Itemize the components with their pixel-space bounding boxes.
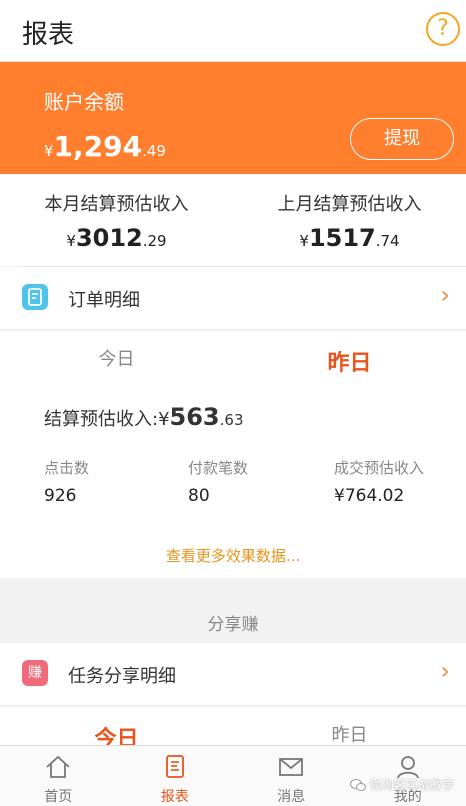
withdraw-button[interactable]: 提现 xyxy=(350,118,454,160)
nav-report[interactable]: 报表 xyxy=(117,746,234,806)
stat-payments: 付款笔数 80 xyxy=(188,457,248,506)
stat-label: 成交预估收入 xyxy=(334,457,424,478)
last-month-label: 上月结算预估收入 xyxy=(233,190,466,216)
task-share-row[interactable]: 赚 任务分享明细 › xyxy=(0,643,466,705)
help-icon[interactable]: ? xyxy=(426,12,460,46)
share-tab-yesterday[interactable]: 昨日 xyxy=(233,721,466,747)
tab-today[interactable]: 今日 xyxy=(0,345,233,371)
estimated-income-integer: 563 xyxy=(170,403,220,431)
report-icon xyxy=(161,754,189,780)
last-month-decimal: .74 xyxy=(376,232,400,250)
nav-label: 首页 xyxy=(0,786,117,806)
watermark-text: 微淘客实战教学 xyxy=(370,776,454,793)
mail-icon xyxy=(277,754,305,780)
last-month-integer: 1517 xyxy=(309,224,376,252)
nav-messages[interactable]: 消息 xyxy=(233,746,350,806)
stat-deal-income: 成交预估收入 ¥764.02 xyxy=(334,457,424,506)
share-section-header: 分享赚 xyxy=(0,578,466,642)
estimated-income-currency: ¥ xyxy=(158,409,169,430)
nav-label: 消息 xyxy=(233,786,350,806)
stat-value: 80 xyxy=(188,486,248,506)
daily-stats-panel: 今日 昨日 结算预估收入:¥563.63 点击数 926 付款笔数 80 成交预… xyxy=(0,330,466,579)
estimated-income-decimal: .63 xyxy=(220,411,244,429)
stat-label: 点击数 xyxy=(44,457,89,478)
last-month-amount: ¥1517.74 xyxy=(233,224,466,252)
top-bar: 报表 ? xyxy=(0,0,466,62)
balance-label: 账户余额 xyxy=(44,86,124,115)
stat-clicks: 点击数 926 xyxy=(44,457,89,506)
share-section-title: 分享赚 xyxy=(0,610,466,635)
stat-value: ¥764.02 xyxy=(334,486,424,506)
monthly-income: 本月结算预估收入 ¥3012.29 上月结算预估收入 ¥1517.74 xyxy=(0,174,466,266)
chevron-right-icon: › xyxy=(440,657,450,685)
balance-currency: ¥ xyxy=(44,142,54,160)
balance-amount: ¥1,294.49 xyxy=(44,130,166,163)
this-month-decimal: .29 xyxy=(143,232,167,250)
wechat-icon xyxy=(350,778,366,792)
task-share-label: 任务分享明细 xyxy=(68,662,176,688)
this-month-label: 本月结算预估收入 xyxy=(0,190,233,216)
order-detail-row[interactable]: 订单明细 › xyxy=(0,267,466,329)
this-month-integer: 3012 xyxy=(76,224,143,252)
tab-yesterday[interactable]: 昨日 xyxy=(233,345,466,377)
this-month-amount: ¥3012.29 xyxy=(0,224,233,252)
last-month-currency: ¥ xyxy=(299,232,309,250)
document-icon xyxy=(22,284,48,310)
this-month-income: 本月结算预估收入 ¥3012.29 xyxy=(0,190,233,252)
nav-home[interactable]: 首页 xyxy=(0,746,117,806)
view-more-link[interactable]: 查看更多效果数据... xyxy=(0,545,466,566)
earn-icon: 赚 xyxy=(22,660,48,686)
order-detail-label: 订单明细 xyxy=(68,286,140,312)
home-icon xyxy=(44,754,72,780)
estimated-income-label: 结算预估收入: xyxy=(44,409,158,430)
watermark: 微淘客实战教学 xyxy=(350,776,454,793)
chevron-right-icon: › xyxy=(440,281,450,309)
last-month-income: 上月结算预估收入 ¥1517.74 xyxy=(233,190,466,252)
stat-value: 926 xyxy=(44,486,89,506)
stat-label: 付款笔数 xyxy=(188,457,248,478)
balance-decimal: .49 xyxy=(142,142,166,160)
nav-label: 报表 xyxy=(117,786,234,806)
page-title: 报表 xyxy=(22,14,74,51)
account-balance-card: 账户余额 ¥1,294.49 提现 xyxy=(0,62,466,174)
balance-integer: 1,294 xyxy=(54,130,143,163)
estimated-income: 结算预估收入:¥563.63 xyxy=(44,403,244,431)
this-month-currency: ¥ xyxy=(66,232,76,250)
